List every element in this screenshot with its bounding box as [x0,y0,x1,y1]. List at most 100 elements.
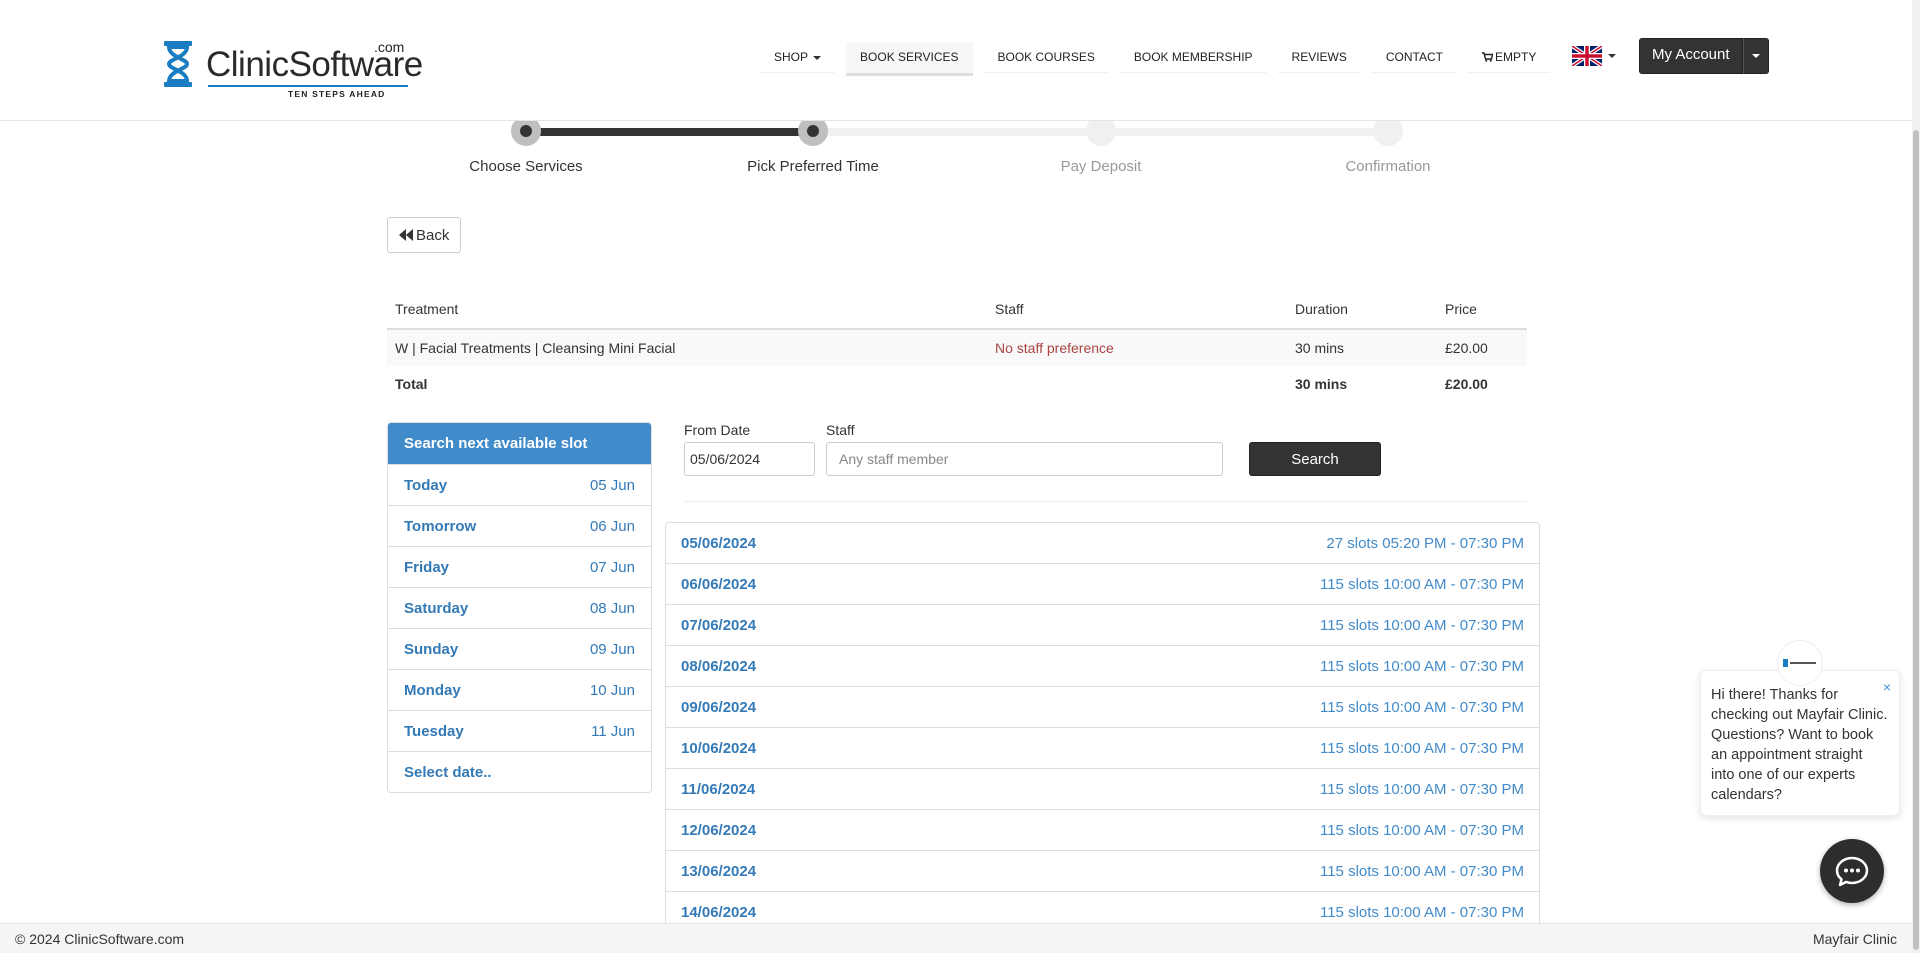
availability-slots: 27 slots 05:20 PM - 07:30 PM [1326,534,1524,552]
chat-greeting-bubble: × Hi there! Thanks for checking out Mayf… [1700,670,1900,816]
nav-contact[interactable]: CONTACT [1371,42,1457,73]
slot-day: Saturday [404,599,469,617]
clinic-logo-icon [1783,659,1816,667]
col-header-price: Price [1437,290,1527,330]
nav-shop-label: SHOP [774,50,809,64]
nav-book-courses[interactable]: BOOK COURSES [983,42,1109,73]
total-price: £20.00 [1445,376,1488,392]
availability-date: 14/06/2024 [681,903,757,921]
treatment-table: Treatment Staff Duration Price W | Facia… [387,290,1527,402]
slot-day: Monday [404,681,461,699]
nav-reviews[interactable]: REVIEWS [1277,42,1361,73]
table-total-row: Total 30 mins £20.00 [387,366,1527,402]
nav-book-courses-label: BOOK COURSES [997,50,1095,64]
total-staff-empty [987,366,1287,402]
chat-agent-avatar [1777,640,1823,686]
availability-date: 07/06/2024 [681,616,757,634]
availability-slots: 115 slots 10:00 AM - 07:30 PM [1319,821,1524,839]
slot-item-select-date[interactable]: Select date.. [388,751,651,792]
nav-contact-label: CONTACT [1385,50,1443,64]
clinicsoftware-logo[interactable]: .com ClinicSoftware TEN STEPS AHEAD [160,36,423,99]
my-account-button[interactable]: My Account [1639,38,1743,74]
staff-input[interactable] [826,442,1223,476]
availability-slots: 115 slots 10:00 AM - 07:30 PM [1319,698,1524,716]
from-date-label: From Date [684,422,751,438]
hourglass-logo-icon [164,41,192,87]
availability-row[interactable]: 06/06/2024 115 slots 10:00 AM - 07:30 PM [665,564,1540,605]
availability-row[interactable]: 10/06/2024 115 slots 10:00 AM - 07:30 PM [665,728,1540,769]
search-divider [684,501,1527,502]
availability-date: 13/06/2024 [681,862,757,880]
availability-slots: 115 slots 10:00 AM - 07:30 PM [1319,862,1524,880]
availability-slots: 115 slots 10:00 AM - 07:30 PM [1319,616,1524,634]
total-duration: 30 mins [1295,376,1348,392]
main-nav: SHOP BOOK SERVICES BOOK COURSES BOOK MEM… [760,42,1561,76]
slot-date: 10 Jun [589,681,635,699]
col-header-staff: Staff [987,290,1287,330]
nav-book-membership[interactable]: BOOK MEMBERSHIP [1119,42,1267,73]
availability-row[interactable]: 13/06/2024 115 slots 10:00 AM - 07:30 PM [665,851,1540,892]
logo-tagline: TEN STEPS AHEAD [288,89,386,99]
page-scrollbar[interactable] [1912,0,1920,953]
availability-date: 05/06/2024 [681,534,757,552]
nav-cart-label: EMPTY [1495,50,1537,64]
staff-label: Staff [826,422,855,438]
availability-row[interactable]: 07/06/2024 115 slots 10:00 AM - 07:30 PM [665,605,1540,646]
slot-date: 06 Jun [589,517,635,535]
treatment-price: £20.00 [1437,329,1527,366]
availability-date: 09/06/2024 [681,698,757,716]
slot-item-sunday[interactable]: Sunday 09 Jun [388,628,651,669]
availability-slots: 115 slots 10:00 AM - 07:30 PM [1319,903,1524,921]
nav-book-services-label: BOOK SERVICES [860,50,959,64]
availability-row[interactable]: 09/06/2024 115 slots 10:00 AM - 07:30 PM [665,687,1540,728]
nav-shop[interactable]: SHOP [760,42,836,73]
language-selector[interactable] [1572,45,1616,67]
nav-cart[interactable]: EMPTY [1468,42,1551,73]
close-icon[interactable]: × [1883,677,1891,697]
back-button-label: Back [416,226,450,244]
slot-item-today[interactable]: Today 05 Jun [388,464,651,505]
double-chevron-left-icon [399,229,413,241]
slot-item-friday[interactable]: Friday 07 Jun [388,546,651,587]
slot-day: Today [404,476,448,494]
availability-row[interactable]: 11/06/2024 115 slots 10:00 AM - 07:30 PM [665,769,1540,810]
account-dropdown-toggle[interactable] [1742,38,1769,74]
availability-slots: 115 slots 10:00 AM - 07:30 PM [1319,657,1524,675]
site-header: .com ClinicSoftware TEN STEPS AHEAD SHOP… [0,0,1912,121]
search-button[interactable]: Search [1249,442,1381,476]
slot-item-monday[interactable]: Monday 10 Jun [388,669,651,710]
availability-date: 12/06/2024 [681,821,757,839]
slot-item-tuesday[interactable]: Tuesday 11 Jun [388,710,651,751]
chat-bubble-icon [1835,856,1869,887]
total-label: Total [395,376,428,392]
col-header-treatment: Treatment [387,290,987,330]
availability-date: 11/06/2024 [681,780,756,798]
next-slot-panel: Search next available slot Today 05 Jun … [387,422,652,793]
nav-book-services[interactable]: BOOK SERVICES [846,42,973,76]
from-date-input[interactable] [684,442,815,476]
availability-row[interactable]: 05/06/2024 27 slots 05:20 PM - 07:30 PM [665,522,1540,564]
slot-item-saturday[interactable]: Saturday 08 Jun [388,587,651,628]
step-label-choose-services: Choose Services [469,158,583,175]
uk-flag-icon [1572,46,1602,66]
slot-date: 09 Jun [589,640,635,658]
back-button[interactable]: Back [387,217,462,253]
col-header-duration: Duration [1287,290,1437,330]
availability-date: 06/06/2024 [681,575,757,593]
availability-slots: 115 slots 10:00 AM - 07:30 PM [1319,575,1524,593]
step-label-pay-deposit: Pay Deposit [1060,158,1142,175]
slot-day: Tomorrow [404,517,477,535]
staff-preference: No staff preference [987,329,1287,366]
booking-progress: Choose Services Pick Preferred Time Pay … [0,116,1912,180]
scrollbar-thumb[interactable] [1913,130,1919,950]
availability-row[interactable]: 08/06/2024 115 slots 10:00 AM - 07:30 PM [665,646,1540,687]
slot-day: Select date.. [404,763,492,781]
slot-item-tomorrow[interactable]: Tomorrow 06 Jun [388,505,651,546]
availability-row[interactable]: 12/06/2024 115 slots 10:00 AM - 07:30 PM [665,810,1540,851]
progress-track-complete [526,128,813,136]
footer-copyright: © 2024 ClinicSoftware.com [15,930,185,947]
chevron-down-icon [1608,54,1616,58]
chat-launcher-button[interactable] [1820,839,1884,903]
slot-date: 08 Jun [589,599,635,617]
availability-slots: 115 slots 10:00 AM - 07:30 PM [1319,780,1524,798]
